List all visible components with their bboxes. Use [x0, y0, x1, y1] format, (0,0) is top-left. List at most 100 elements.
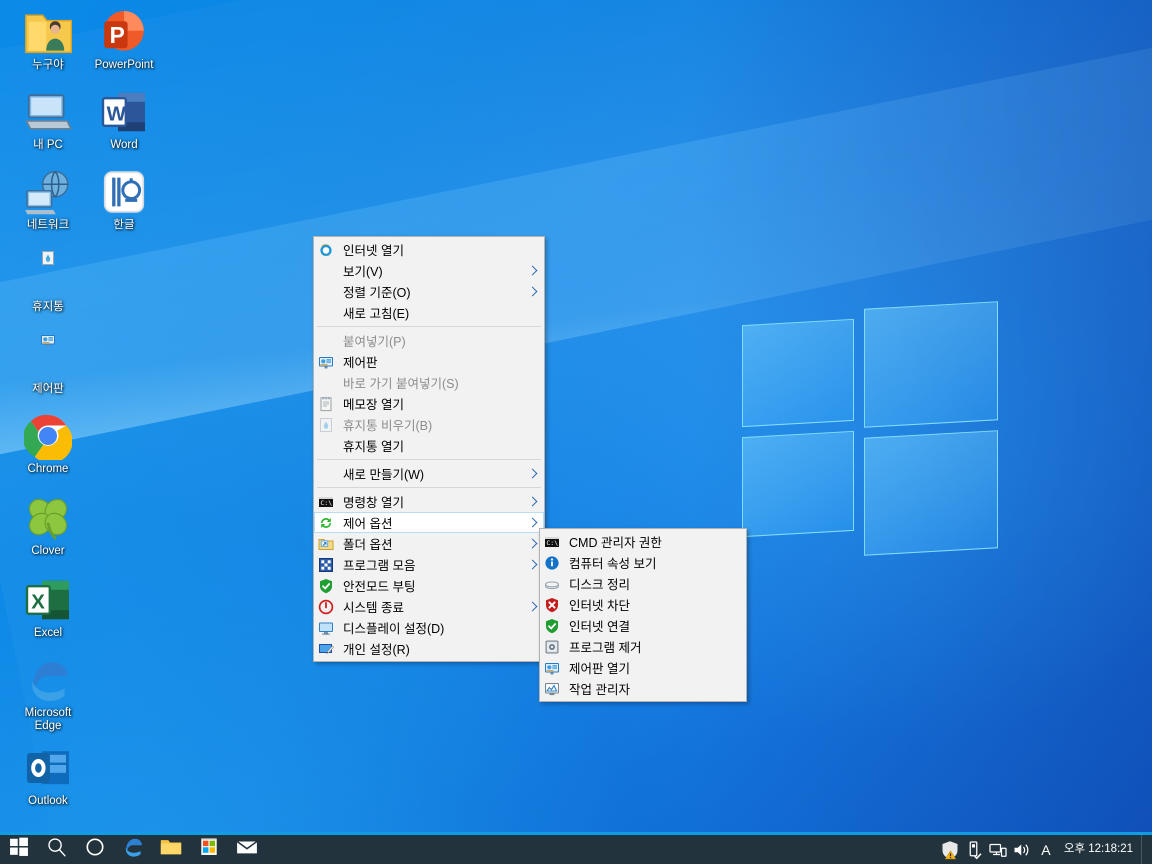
no-icon [318, 305, 334, 321]
menu-item-label: 바로 가기 붙여넣기(S) [343, 377, 459, 391]
desktop-icon-label: Clover [31, 545, 65, 557]
svg-text:C:\: C:\ [546, 539, 558, 547]
menu-separator [317, 487, 541, 488]
desktop-icon-label: 누구야 [32, 59, 64, 71]
word-icon: W [100, 88, 148, 136]
volume-tray-icon[interactable] [1010, 835, 1034, 864]
network-tray-icon[interactable] [986, 835, 1010, 864]
desktop-icon-label: PowerPoint [94, 59, 154, 71]
menu-item[interactable]: 휴지통 열기 [314, 435, 544, 456]
no-icon [318, 438, 334, 454]
menu-item[interactable]: 보기(V) [314, 260, 544, 281]
desktop-icon-label: 휴지통 [32, 301, 64, 313]
control-panel-icon [24, 332, 72, 380]
menu-item[interactable]: 인터넷 연결 [540, 615, 746, 636]
menu-item[interactable]: 폴더 옵션 [314, 533, 544, 554]
cmd-icon: C:\ [544, 534, 560, 550]
menu-item-label: 개인 설정(R) [343, 643, 410, 657]
menu-item[interactable]: 프로그램 모음 [314, 554, 544, 575]
shield-green-icon [318, 578, 334, 594]
ime-tray-icon[interactable]: A [1034, 835, 1058, 864]
control-panel-icon [544, 660, 560, 676]
menu-item[interactable]: C:\ 명령창 열기 [314, 491, 544, 512]
menu-item-label: 폴더 옵션 [343, 538, 393, 552]
menu-item[interactable]: 인터넷 차단 [540, 594, 746, 615]
desktop-icon-7[interactable]: 휴지통 [10, 250, 86, 314]
personalize-icon [318, 641, 335, 657]
notepad-icon [318, 396, 334, 412]
menu-separator [317, 326, 541, 327]
info-icon [544, 555, 560, 571]
store-taskbar-button[interactable] [190, 835, 228, 864]
desktop-icon-9[interactable]: Chrome [10, 412, 86, 476]
control-options-submenu[interactable]: C:\ CMD 관리자 권한 컴퓨터 속성 보기디스크 정리인터넷 차단 인터넷 연결… [539, 528, 747, 702]
menu-item[interactable]: 인터넷 열기 [314, 239, 544, 260]
edge-icon [24, 656, 72, 704]
desktop-icon-4[interactable]: W Word [86, 88, 162, 152]
menu-item[interactable]: 메모장 열기 [314, 393, 544, 414]
network-icon [24, 168, 72, 216]
menu-item[interactable]: 개인 설정(R) [314, 638, 544, 659]
menu-item: 바로 가기 붙여넣기(S) [314, 372, 544, 393]
desktop-icon-13[interactable]: Outlook [10, 744, 86, 808]
cmd-icon: C:\ [318, 494, 334, 510]
menu-item[interactable]: 프로그램 제거 [540, 636, 746, 657]
explorer-taskbar-button[interactable] [152, 835, 190, 864]
taskbar-clock[interactable]: 오후 12:18:21 [1058, 843, 1141, 856]
chevron-right-icon [528, 286, 538, 298]
menu-item[interactable]: 디스크 정리 [540, 573, 746, 594]
menu-item[interactable]: 정렬 기준(O) [314, 281, 544, 302]
desktop-icon-5[interactable]: 네트워크 [10, 168, 86, 232]
disk-icon [544, 576, 560, 592]
chevron-right-icon [528, 265, 538, 277]
recycle-bin-icon [24, 250, 72, 298]
desktop[interactable]: 누구야 P PowerPoint 내 PC W Word 네트워크 한글휴지통제어판 Chrom… [0, 0, 1152, 864]
desktop-icon-11[interactable]: X Excel [10, 576, 86, 640]
desktop-icon-12[interactable]: Microsoft Edge [10, 656, 86, 733]
menu-item-label: 인터넷 열기 [343, 244, 404, 258]
menu-item[interactable]: 컴퓨터 속성 보기 [540, 552, 746, 573]
menu-item[interactable]: 제어 옵션 [314, 512, 544, 533]
user-folder-icon [24, 8, 73, 56]
menu-item[interactable]: 새로 만들기(W) [314, 463, 544, 484]
search-button[interactable] [38, 835, 76, 864]
recycle-bin-icon [318, 417, 334, 433]
taskbar[interactable]: A 오후 12:18:21 [0, 832, 1152, 864]
menu-item[interactable]: 새로 고침(E) [314, 302, 544, 323]
task-view-button[interactable] [76, 835, 114, 864]
tray-icon-list: A [938, 835, 1058, 864]
menu-item[interactable]: 시스템 종료 [314, 596, 544, 617]
control-panel-icon [318, 354, 334, 370]
menu-item[interactable]: C:\ CMD 관리자 권한 [540, 531, 746, 552]
usb-tray-icon[interactable] [962, 835, 986, 864]
no-icon [318, 284, 334, 300]
search-icon [46, 836, 68, 863]
menu-item-label: 제어판 열기 [569, 662, 630, 676]
menu-item-label: 디스크 정리 [569, 578, 630, 592]
svg-text:C:\: C:\ [320, 499, 332, 507]
menu-item-label: 휴지통 열기 [343, 440, 404, 454]
mail-taskbar-button[interactable] [228, 835, 266, 864]
menu-item[interactable]: 제어판 열기 [540, 657, 746, 678]
desktop-icon-10[interactable]: Clover [10, 494, 86, 558]
desktop-icon-3[interactable]: 내 PC [10, 88, 86, 152]
security-tray-icon[interactable] [938, 835, 962, 864]
desktop-icon-2[interactable]: P PowerPoint [86, 8, 162, 72]
menu-item[interactable]: 작업 관리자 [540, 678, 746, 699]
desktop-icon-1[interactable]: 누구야 [10, 8, 86, 72]
show-desktop-button[interactable] [1141, 835, 1150, 864]
start-button[interactable] [0, 835, 38, 864]
edge-taskbar-button[interactable] [114, 835, 152, 864]
desktop-icon-8[interactable]: 제어판 [10, 332, 86, 396]
windows-logo-wallpaper [742, 300, 998, 562]
menu-item[interactable]: 디스플레이 설정(D) [314, 617, 544, 638]
desktop-context-menu[interactable]: 인터넷 열기 보기(V) 정렬 기준(O) 새로 고침(E) 붙여넣기(P) 제어판 바로 … [313, 236, 545, 662]
menu-item[interactable]: 안전모드 부팅 [314, 575, 544, 596]
svg-text:X: X [31, 591, 45, 613]
menu-item[interactable]: 제어판 [314, 351, 544, 372]
powerpoint-icon: P [100, 8, 148, 56]
desktop-icon-6[interactable]: 한글 [86, 168, 162, 232]
chevron-right-icon [528, 517, 538, 529]
uninstall-icon [544, 639, 560, 655]
clover-icon [24, 494, 72, 542]
